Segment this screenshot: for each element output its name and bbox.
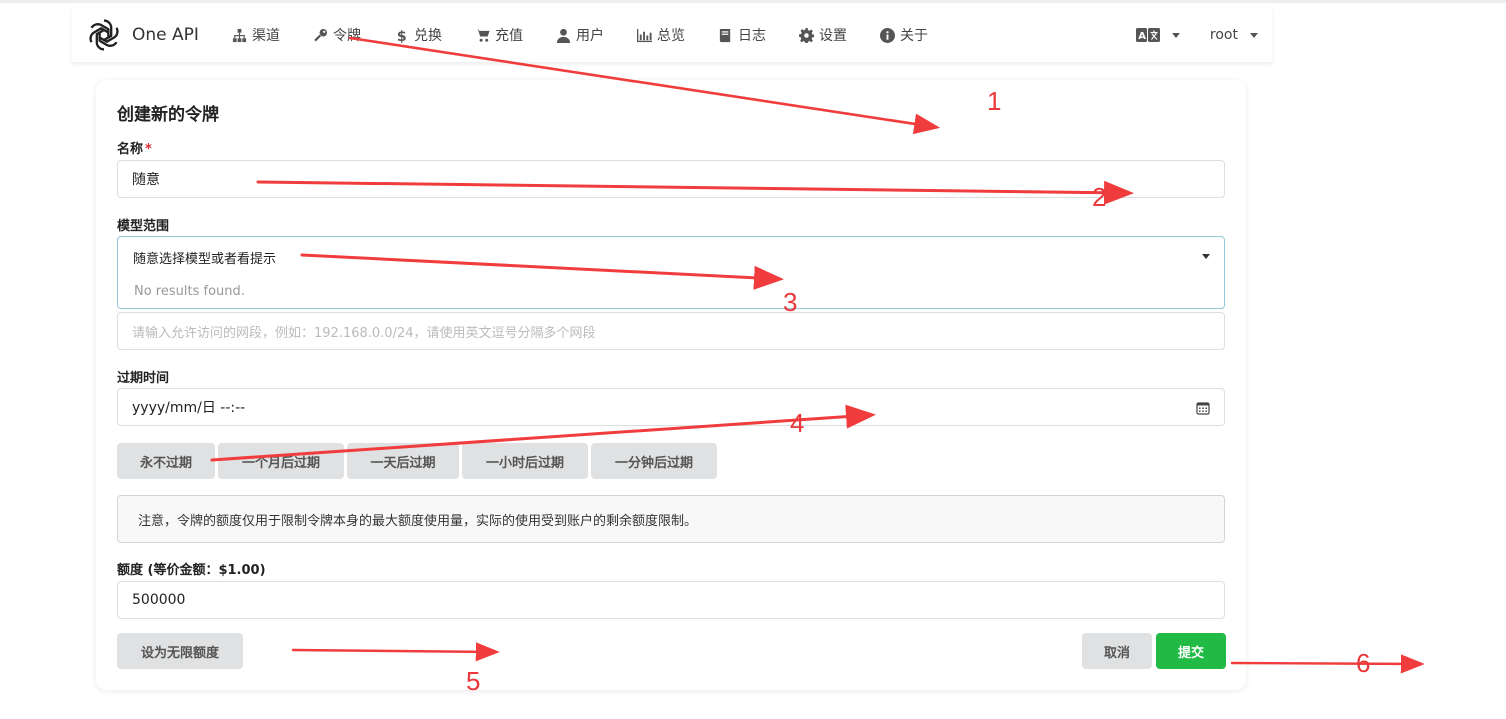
models-dropdown-value: 随意选择模型或者看提示 — [133, 252, 277, 267]
annotation-arrow-6 — [1230, 654, 1425, 674]
nav-label: 令牌 — [333, 28, 361, 44]
nav-menu: 渠道 令牌 $ 兑换 充值 用户 总览 日志 设置 关于 — [232, 8, 961, 62]
nav-label: 渠道 — [252, 28, 280, 44]
name-label-text: 名称 — [117, 142, 144, 157]
nav-item-dashboard[interactable]: 总览 — [637, 25, 685, 45]
sitemap-icon — [232, 28, 247, 42]
annotation-number-3: 3 — [783, 287, 798, 317]
annotation-number-6: 6 — [1356, 648, 1371, 678]
gear-icon — [799, 27, 814, 43]
required-mark: * — [145, 142, 152, 157]
annotation-number-5: 5 — [466, 666, 481, 696]
expire-label: 过期时间 — [117, 371, 170, 386]
expire-datetime-input[interactable]: yyyy/mm/日 --:-- — [117, 388, 1225, 426]
expire-one-hour-button[interactable]: 一小时后过期 — [462, 443, 588, 479]
name-label: 名称 * — [117, 138, 152, 157]
calendar-icon[interactable] — [1196, 401, 1210, 415]
openai-logo-icon — [89, 19, 119, 51]
name-input[interactable]: 随意 — [117, 160, 1225, 198]
models-empty-message: No results found. — [134, 284, 245, 299]
quota-notice: 注意，令牌的额度仅用于限制令牌本身的最大额度使用量，实际的使用受到账户的剩余额度… — [117, 495, 1225, 543]
nav-label: 用户 — [576, 28, 604, 44]
nav-label: 充值 — [495, 28, 523, 44]
user-dropdown[interactable]: root — [1210, 27, 1258, 43]
dollar-icon: $ — [397, 29, 407, 43]
page: One API 渠道 令牌 $ 兑换 充值 用户 总览 日志 设置 关于 A r… — [0, 0, 1506, 719]
models-label: 模型范围 — [117, 219, 170, 234]
nav-label: 总览 — [657, 28, 685, 44]
subnet-input[interactable]: 请输入允许访问的网段，例如：192.168.0.0/24，请使用英文逗号分隔多个… — [117, 312, 1225, 350]
svg-text:$: $ — [397, 29, 407, 43]
brand-name: One API — [132, 25, 199, 45]
nav-item-logs[interactable]: 日志 — [718, 25, 766, 45]
annotation-number-4: 4 — [790, 408, 805, 438]
page-title: 创建新的令牌 — [117, 105, 219, 125]
bar-chart-icon — [637, 28, 652, 42]
brand-link[interactable]: One API — [86, 17, 199, 53]
username: root — [1209, 27, 1238, 43]
svg-text:A: A — [1138, 31, 1146, 42]
nav-item-tokens[interactable]: 令牌 — [313, 25, 361, 45]
subnet-placeholder: 请输入允许访问的网段，例如：192.168.0.0/24，请使用英文逗号分隔多个… — [132, 325, 596, 341]
nav-item-about[interactable]: 关于 — [880, 25, 928, 45]
create-token-card: 创建新的令牌 名称 * 随意 模型范围 随意选择模型或者看提示 No result… — [96, 80, 1246, 690]
nav-item-settings[interactable]: 设置 — [799, 25, 847, 45]
translate-icon: A — [1135, 28, 1160, 42]
annotation-number-2: 2 — [1092, 182, 1107, 212]
expire-input-value: yyyy/mm/日 --:-- — [132, 400, 246, 416]
language-dropdown[interactable]: A — [1135, 28, 1180, 42]
set-unlimited-quota-button[interactable]: 设为无限额度 — [117, 633, 243, 669]
quota-input-value: 500000 — [132, 592, 186, 608]
nav-item-channels[interactable]: 渠道 — [232, 25, 280, 45]
navbar: One API 渠道 令牌 $ 兑换 充值 用户 总览 日志 设置 关于 A r… — [72, 8, 1272, 62]
quota-input[interactable]: 500000 — [117, 581, 1225, 619]
nav-item-redeem[interactable]: $ 兑换 — [394, 25, 442, 45]
annotation-number-1: 1 — [987, 86, 1002, 116]
expire-quick-buttons: 永不过期 一个月后过期 一天后过期 一小时后过期 一分钟后过期 — [117, 443, 720, 479]
quota-notice-text: 注意，令牌的额度仅用于限制令牌本身的最大额度使用量，实际的使用受到账户的剩余额度… — [138, 513, 698, 529]
never-expire-button[interactable]: 永不过期 — [117, 443, 215, 479]
nav-right: A root — [1135, 8, 1258, 62]
expire-one-minute-button[interactable]: 一分钟后过期 — [591, 443, 717, 479]
chevron-down-icon — [1171, 32, 1180, 38]
book-icon — [719, 28, 731, 42]
name-input-value: 随意 — [132, 172, 160, 188]
user-icon — [556, 28, 571, 43]
chevron-down-icon[interactable] — [1202, 254, 1210, 259]
expire-one-day-button[interactable]: 一天后过期 — [347, 443, 459, 479]
cart-icon — [475, 28, 490, 42]
submit-button[interactable]: 提交 — [1156, 633, 1226, 669]
nav-label: 设置 — [819, 28, 847, 44]
cancel-button[interactable]: 取消 — [1082, 633, 1152, 669]
quota-label: 额度 (等价金额：$1.00) — [117, 563, 266, 578]
info-icon — [880, 27, 895, 43]
top-divider — [0, 0, 1506, 3]
nav-item-users[interactable]: 用户 — [556, 25, 604, 45]
nav-label: 日志 — [738, 28, 766, 44]
key-icon — [314, 28, 328, 41]
nav-item-topup[interactable]: 充值 — [475, 25, 523, 45]
models-dropdown[interactable]: 随意选择模型或者看提示 No results found. — [117, 236, 1225, 309]
nav-label: 兑换 — [414, 28, 442, 44]
chevron-down-icon — [1250, 32, 1258, 38]
nav-label: 关于 — [900, 28, 928, 44]
expire-one-month-button[interactable]: 一个月后过期 — [218, 443, 344, 479]
